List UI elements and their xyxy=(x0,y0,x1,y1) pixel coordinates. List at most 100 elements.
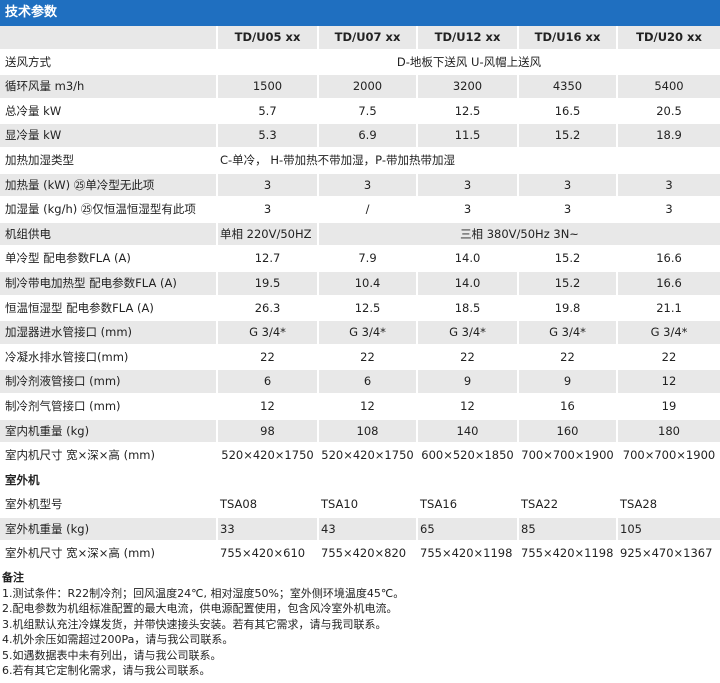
cell-value: 2000 xyxy=(319,75,418,100)
cell-value: 22 xyxy=(418,345,519,371)
cell-value: 755×420×820 xyxy=(319,542,418,568)
table-row: 制冷剂气管接口 (mm) 12 12 12 16 19 xyxy=(0,394,720,420)
cell-value: 43 xyxy=(319,517,418,543)
cell-value: 3 xyxy=(618,173,720,199)
header-cell-empty xyxy=(0,26,218,51)
header-cell: TD/U16 xx xyxy=(519,26,618,51)
cell-value: G 3/4* xyxy=(519,321,618,346)
row-span-value: C-单冷， H-带加热不带加湿，P-带加热带加湿 xyxy=(218,148,720,174)
cell-value: 12.5 xyxy=(319,296,418,322)
cell-value: 520×420×1750 xyxy=(319,444,418,469)
row-span-value: D-地板下送风 U-风帽上送风 xyxy=(218,50,720,76)
row-label: 制冷剂气管接口 (mm) xyxy=(0,394,218,420)
cell-value: 755×420×1198 xyxy=(519,542,618,568)
row-label: 总冷量 kW xyxy=(0,99,218,125)
table-row: 室外机型号 TSA08 TSA10 TSA16 TSA22 TSA28 xyxy=(0,493,720,518)
row-label: 室内机尺寸 宽×深×高 (mm) xyxy=(0,444,218,469)
row-label: 恒温恒湿型 配电参数FLA (A) xyxy=(0,296,218,322)
cell-value: TSA16 xyxy=(418,493,519,518)
cell-value: 3 xyxy=(618,198,720,223)
table-row: 总冷量 kW 5.7 7.5 12.5 16.5 20.5 xyxy=(0,99,720,125)
row-label: 室外机重量 (kg) xyxy=(0,517,218,543)
cell-value: 5.7 xyxy=(218,99,319,125)
table-row: 机组供电 单相 220V/50HZ 三相 380V/50Hz 3N~ xyxy=(0,222,720,248)
cell-value: 520×420×1750 xyxy=(218,444,319,469)
table-row: 循环风量 m3/h 1500 2000 3200 4350 5400 xyxy=(0,75,720,100)
row-label: 制冷剂液管接口 (mm) xyxy=(0,370,218,395)
cell-value: 5.3 xyxy=(218,124,319,149)
cell-value: 20.5 xyxy=(618,99,720,125)
cell-value: 3 xyxy=(218,173,319,199)
notes-title: 备注 xyxy=(2,571,24,584)
note-item: 2.配电参数为机组标准配置的最大电流，供电源配置使用，包含风冷室外机电流。 xyxy=(2,602,398,615)
cell-value: 12 xyxy=(218,394,319,420)
row-span-value: 三相 380V/50Hz 3N~ xyxy=(319,222,720,248)
cell-value: 700×700×1900 xyxy=(618,444,720,469)
cell-value: 700×700×1900 xyxy=(519,444,618,469)
row-label: 加湿器进水管接口 (mm) xyxy=(0,321,218,346)
cell-value: TSA28 xyxy=(618,493,720,518)
table-row: 室外机重量 (kg) 33 43 65 85 105 xyxy=(0,517,720,543)
table-row: 冷凝水排水管接口(mm) 22 22 22 22 22 xyxy=(0,345,720,371)
header-cell: TD/U07 xx xyxy=(319,26,418,51)
row-label: 室内机重量 (kg) xyxy=(0,419,218,445)
cell-value: 16.6 xyxy=(618,271,720,297)
cell-value: 3 xyxy=(418,173,519,199)
note-item: 1.测试条件：R22制冷剂；回风温度24℃, 相对湿度50%；室外侧环境温度45… xyxy=(2,586,405,600)
table-row: 加湿器进水管接口 (mm) G 3/4* G 3/4* G 3/4* G 3/4* G 3… xyxy=(0,321,720,346)
note-item: 6.若有其它定制化需求，请与我公司联系。 xyxy=(2,664,211,677)
table-row: 室外机尺寸 宽×深×高 (mm) 755×420×610 755×420×820 75… xyxy=(0,542,720,568)
cell-value: 15.2 xyxy=(519,247,618,272)
table-row: 加热量 (kW) ㉕单冷型无此项 3 3 3 3 3 xyxy=(0,173,720,199)
cell-value: 600×520×1850 xyxy=(418,444,519,469)
cell-value: 18.5 xyxy=(418,296,519,322)
row-label: 制冷带电加热型 配电参数FLA (A) xyxy=(0,271,218,297)
cell-value: 12 xyxy=(618,370,720,395)
cell-value: 180 xyxy=(618,419,720,445)
cell-value: 15.2 xyxy=(519,271,618,297)
table-row: 单冷型 配电参数FLA (A) 12.7 7.9 14.0 15.2 16.6 xyxy=(0,247,720,272)
cell-value: / xyxy=(319,198,418,223)
cell-value: 755×420×1198 xyxy=(418,542,519,568)
note-item: 4.机外余压如需超过200Pa，请与我公司联系。 xyxy=(2,633,234,646)
header-cell: TD/U12 xx xyxy=(418,26,519,51)
cell-value: G 3/4* xyxy=(319,321,418,346)
spec-table: TD/U05 xx TD/U07 xx TD/U12 xx TD/U16 xx TD/U… xyxy=(0,26,720,568)
row-label: 冷凝水排水管接口(mm) xyxy=(0,345,218,371)
row-label: 加热量 (kW) ㉕单冷型无此项 xyxy=(0,173,218,199)
cell-value: 9 xyxy=(519,370,618,395)
table-row: 室内机尺寸 宽×深×高 (mm) 520×420×1750 520×420×1750… xyxy=(0,444,720,469)
cell-value: 22 xyxy=(218,345,319,371)
cell-value: 108 xyxy=(319,419,418,445)
cell-value: 10.4 xyxy=(319,271,418,297)
cell-value: 9 xyxy=(418,370,519,395)
cell-value: 6 xyxy=(319,370,418,395)
title-bar: 技术参数 xyxy=(0,0,720,26)
cell-value: 16.6 xyxy=(618,247,720,272)
cell-value: 755×420×610 xyxy=(218,542,319,568)
cell-value: 65 xyxy=(418,517,519,543)
header-cell: TD/U05 xx xyxy=(218,26,319,51)
header-cell: TD/U20 xx xyxy=(618,26,720,51)
cell-value: 12.7 xyxy=(218,247,319,272)
row-label: 机组供电 xyxy=(0,222,218,248)
row-label: 单冷型 配电参数FLA (A) xyxy=(0,247,218,272)
cell-value: 22 xyxy=(319,345,418,371)
cell-value: G 3/4* xyxy=(618,321,720,346)
cell-value: G 3/4* xyxy=(218,321,319,346)
cell-value: TSA08 xyxy=(218,493,319,518)
cell-value: 3 xyxy=(418,198,519,223)
note-item: 5.如遇数据表中未有列出，请与我公司联系。 xyxy=(2,648,222,662)
cell-value: 5400 xyxy=(618,75,720,100)
cell-value: 19.5 xyxy=(218,271,319,297)
table-row: 显冷量 kW 5.3 6.9 11.5 15.2 18.9 xyxy=(0,124,720,149)
cell-value: 105 xyxy=(618,517,720,543)
cell-value: 26.3 xyxy=(218,296,319,322)
table-row: 室外机 xyxy=(0,468,720,494)
cell-value: 11.5 xyxy=(418,124,519,149)
cell-value: 12 xyxy=(319,394,418,420)
row-value: 单相 220V/50HZ xyxy=(218,222,319,248)
cell-value: 19 xyxy=(618,394,720,420)
row-label: 加湿量 (kg/h) ㉕仅恒温恒湿型有此项 xyxy=(0,198,218,223)
table-row: 制冷带电加热型 配电参数FLA (A) 19.5 10.4 14.0 15.2 16.6 xyxy=(0,271,720,297)
